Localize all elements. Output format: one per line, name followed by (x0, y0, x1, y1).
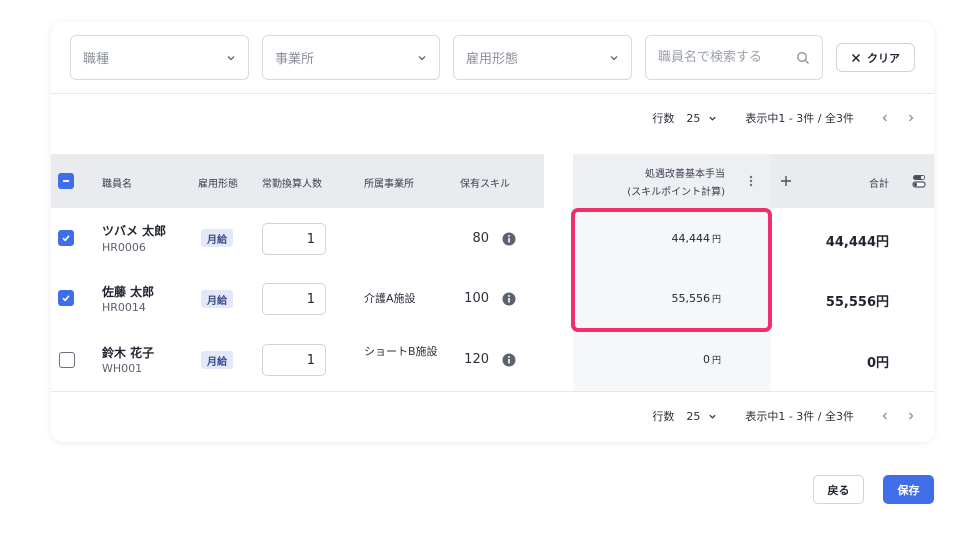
pagination-bottom: 行数 25 表示中1 - 3件 / 全3件 (652, 402, 934, 430)
back-button[interactable]: 戻る (813, 475, 864, 504)
employment-badge: 月給 (201, 290, 233, 308)
staff-code: HR0014 (102, 301, 146, 314)
staff-code: WH001 (102, 362, 143, 375)
fte-input[interactable] (262, 223, 326, 255)
total-amount: 55,556円 (825, 295, 889, 310)
allowance-amount: 44,444 円 (571, 232, 721, 245)
rows-per-page-select[interactable]: 25 (686, 112, 717, 125)
column-toggle-icon[interactable] (912, 173, 926, 189)
chevron-right-icon (909, 412, 914, 420)
office-name: ショートB施設 (364, 345, 438, 358)
allowance-column-header (573, 154, 771, 208)
select-all-checkbox[interactable] (58, 173, 74, 189)
chevron-down-icon (610, 55, 618, 60)
header-employment-type: 雇用形態 (198, 179, 238, 190)
info-icon[interactable] (502, 353, 516, 367)
chevron-down-icon (709, 414, 716, 419)
allowance-value: 0 (702, 353, 710, 366)
search-icon[interactable] (796, 51, 810, 65)
allowance-value: 44,444 (671, 232, 710, 245)
employment-type-select-label: 雇用形態 (466, 52, 519, 67)
check-icon (62, 235, 70, 242)
employment-badge: 月給 (201, 229, 233, 247)
header-skill: 保有スキル (460, 179, 510, 190)
header-staff-name: 職員名 (102, 179, 132, 190)
next-page-button[interactable] (902, 407, 920, 425)
skill-points: 80 (472, 231, 489, 246)
header-office: 所属事業所 (364, 179, 414, 190)
staff-search (645, 35, 823, 80)
staff-name[interactable]: 鈴木 花子 (102, 344, 154, 361)
table-divider (51, 391, 934, 392)
header-fte: 常勤換算人数 (262, 179, 322, 190)
employment-badge: 月給 (201, 351, 233, 369)
info-icon[interactable] (502, 292, 516, 306)
allowance-unit: 円 (711, 235, 721, 245)
skill-points: 100 (464, 291, 489, 306)
allowance-value: 55,556 (671, 292, 710, 305)
staff-code: HR0006 (102, 241, 146, 254)
add-column-icon[interactable] (779, 174, 793, 188)
rows-per-page-value: 25 (686, 409, 701, 423)
fte-input[interactable] (262, 283, 326, 315)
check-icon (62, 295, 70, 302)
allowance-unit: 円 (711, 356, 721, 366)
prev-page-button[interactable] (876, 109, 894, 127)
employment-type-select[interactable]: 雇用形態 (453, 35, 632, 80)
more-vertical-icon[interactable] (747, 174, 755, 188)
close-icon (851, 53, 861, 62)
staff-name[interactable]: ツバメ 太郎 (102, 222, 166, 239)
allowance-amount: 0円 (571, 353, 721, 366)
row-checkbox[interactable] (59, 352, 75, 368)
prev-page-button[interactable] (876, 407, 894, 425)
rows-per-page-value: 25 (686, 111, 701, 125)
chevron-left-icon (882, 114, 887, 122)
office-select-label: 事業所 (275, 52, 315, 67)
row-checkbox[interactable] (58, 230, 74, 246)
office-select[interactable]: 事業所 (262, 35, 440, 80)
filter-bar: 職種 事業所 雇用形態 クリア (51, 22, 934, 94)
minus-icon (63, 180, 69, 182)
save-button[interactable]: 保存 (883, 475, 934, 504)
skill-points: 120 (464, 352, 489, 367)
header-total: 合計 (869, 179, 889, 190)
next-page-button[interactable] (902, 109, 920, 127)
chevron-left-icon (882, 412, 887, 420)
staff-allowance-card: 職種 事業所 雇用形態 クリア 行数 25 表示中1 - 3件 / 全3件 (51, 22, 934, 442)
row-checkbox[interactable] (58, 290, 74, 306)
pagination-info: 表示中1 - 3件 / 全3件 (745, 410, 854, 423)
info-icon[interactable] (502, 232, 516, 246)
rows-per-page-select[interactable]: 25 (686, 410, 717, 423)
allowance-unit: 円 (711, 295, 721, 305)
staff-search-input[interactable] (658, 50, 788, 65)
pagination-info: 表示中1 - 3件 / 全3件 (745, 112, 854, 125)
rows-per-page-label: 行数 (652, 112, 675, 125)
rows-per-page-label: 行数 (652, 410, 675, 423)
chevron-down-icon (227, 55, 235, 60)
chevron-down-icon (709, 116, 716, 121)
header-allowance-sub: (スキルポイント計算) (627, 187, 725, 198)
office-name: 介護A施設 (364, 292, 416, 305)
staff-name[interactable]: 佐藤 太郎 (102, 283, 154, 300)
total-amount: 0円 (866, 356, 889, 371)
job-type-select[interactable]: 職種 (70, 35, 249, 80)
clear-button-label: クリア (867, 51, 900, 65)
pagination-top: 行数 25 表示中1 - 3件 / 全3件 (652, 104, 934, 132)
header-allowance: 処遇改善基本手当 (645, 169, 725, 180)
total-amount: 44,444円 (825, 235, 889, 250)
allowance-amount: 55,556 円 (571, 292, 721, 305)
job-type-select-label: 職種 (83, 52, 110, 67)
fte-input[interactable] (262, 344, 326, 376)
chevron-right-icon (909, 114, 914, 122)
chevron-down-icon (418, 55, 426, 60)
clear-button[interactable]: クリア (836, 43, 915, 72)
